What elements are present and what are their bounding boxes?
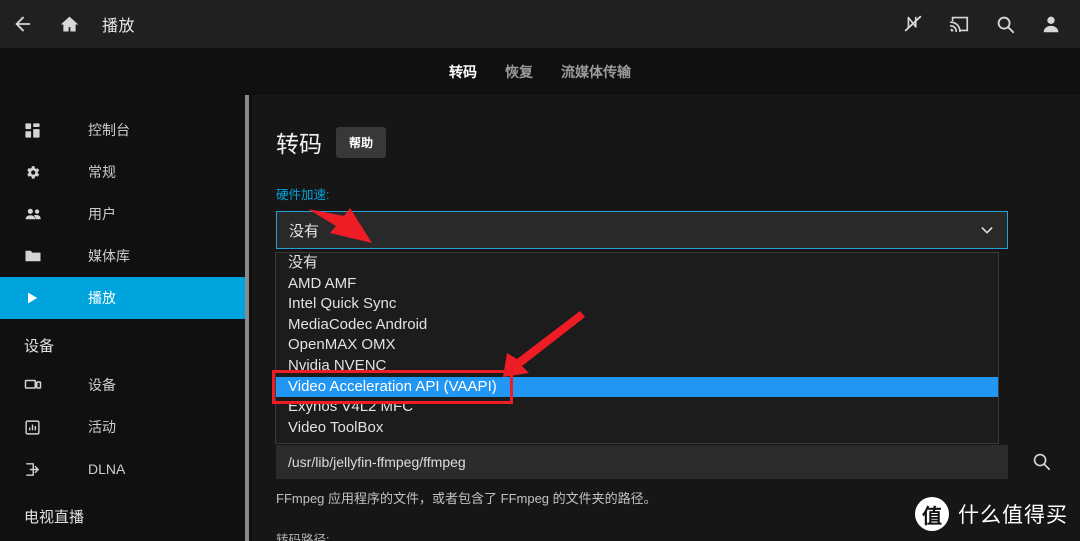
cast-button[interactable] <box>936 1 982 47</box>
hwaccel-select[interactable]: 没有 <box>276 211 1008 249</box>
sidebar-item-label: 播放 <box>88 290 116 306</box>
top-bar-left-group: 播放 <box>0 1 135 47</box>
dropdown-option[interactable]: Intel Quick Sync <box>276 294 998 315</box>
section-title: 转码 <box>276 131 322 157</box>
sync-off-icon <box>902 13 924 35</box>
hwaccel-select-value: 没有 <box>289 222 320 240</box>
sidebar-item-activity[interactable]: 活动 <box>0 406 245 448</box>
sidebar-item-playback[interactable]: 播放 <box>0 277 245 319</box>
cast-icon <box>948 13 970 35</box>
gear-icon <box>24 164 54 181</box>
devices-icon <box>24 376 54 394</box>
top-bar-right-group <box>890 0 1074 48</box>
tab-streaming[interactable]: 流媒体传输 <box>547 56 645 88</box>
ffmpeg-path-help: FFmpeg 应用程序的文件，或者包含了 FFmpeg 的文件夹的路径。 <box>276 491 657 506</box>
watermark: 值 什么值得买 <box>915 497 1068 531</box>
annotation-highlight-box <box>272 370 513 404</box>
play-icon <box>24 290 54 306</box>
sidebar-item-dlna[interactable]: DLNA <box>0 448 245 490</box>
sidebar-item-livetv-partial[interactable]: 电视直播 <box>0 535 245 541</box>
sidebar-item-label: 常规 <box>88 164 116 180</box>
account-icon <box>1040 13 1062 35</box>
section-header: 转码 帮助 <box>276 125 1008 159</box>
tab-resume[interactable]: 恢复 <box>491 56 547 88</box>
hwaccel-label: 硬件加速: <box>276 188 330 202</box>
sidebar-item-users[interactable]: 用户 <box>0 193 245 235</box>
dropdown-option[interactable]: AMD AMF <box>276 274 998 295</box>
watermark-logo-icon: 值 <box>915 497 949 531</box>
people-icon <box>24 205 54 224</box>
sidebar-section-devices: 设备 <box>24 338 55 355</box>
dropdown-option[interactable]: OpenMAX OMX <box>276 335 998 356</box>
ffmpeg-path-group: /usr/lib/jellyfin-ffmpeg/ffmpeg <box>276 445 1051 479</box>
search-button[interactable] <box>982 1 1028 47</box>
sidebar-item-label: 控制台 <box>88 122 130 138</box>
sidebar-item-devices[interactable]: 设备 <box>0 364 245 406</box>
dropdown-option[interactable]: MediaCodec Android <box>276 315 998 336</box>
watermark-text: 什么值得买 <box>958 504 1068 527</box>
transcode-path-label: 转码路径: <box>276 533 330 541</box>
dropdown-option[interactable]: Video ToolBox <box>276 418 998 439</box>
tab-bar: 转码 恢复 流媒体传输 <box>0 48 1080 95</box>
activity-chart-icon <box>24 419 54 436</box>
sidebar-item-library[interactable]: 媒体库 <box>0 235 245 277</box>
sidebar-item-label: DLNA <box>88 461 126 477</box>
help-button[interactable]: 帮助 <box>336 126 387 158</box>
folder-icon <box>24 247 54 265</box>
back-button[interactable] <box>0 1 46 47</box>
input-arrow-icon <box>24 461 54 478</box>
jellyfin-playback-settings-page: 播放 转码 恢复 流媒体传输 控制台 常规 用户 媒体库 播放 设备 设备 活动… <box>0 0 1080 541</box>
tab-transcoding[interactable]: 转码 <box>435 56 491 88</box>
sidebar-item-label: 用户 <box>88 206 116 222</box>
chevron-down-icon <box>979 222 995 242</box>
sidebar-item-dashboard[interactable]: 控制台 <box>0 109 245 151</box>
sync-off-button[interactable] <box>890 1 936 47</box>
ffmpeg-path-input[interactable]: /usr/lib/jellyfin-ffmpeg/ffmpeg <box>276 445 1008 479</box>
top-app-bar: 播放 <box>0 0 1080 48</box>
search-icon <box>994 13 1016 35</box>
sidebar-item-general[interactable]: 常规 <box>0 151 245 193</box>
page-title: 播放 <box>102 18 136 35</box>
arrow-left-icon <box>12 13 34 35</box>
dropdown-option[interactable]: 没有 <box>276 253 998 274</box>
sidebar-section-livetv: 电视直播 <box>24 509 85 526</box>
sidebar-item-label: 活动 <box>88 419 116 435</box>
sidebar-item-label: 媒体库 <box>88 248 130 264</box>
account-button[interactable] <box>1028 1 1074 47</box>
home-button[interactable] <box>46 1 92 47</box>
dashboard-icon <box>24 122 54 139</box>
search-icon[interactable] <box>1030 450 1052 477</box>
hwaccel-dropdown-list[interactable]: 没有 AMD AMF Intel Quick Sync MediaCodec A… <box>275 252 999 444</box>
home-icon <box>59 14 80 35</box>
sidebar-nav: 控制台 常规 用户 媒体库 播放 设备 设备 活动 DLNA 电视直播 <box>0 95 245 541</box>
sidebar-item-label: 设备 <box>88 377 116 393</box>
